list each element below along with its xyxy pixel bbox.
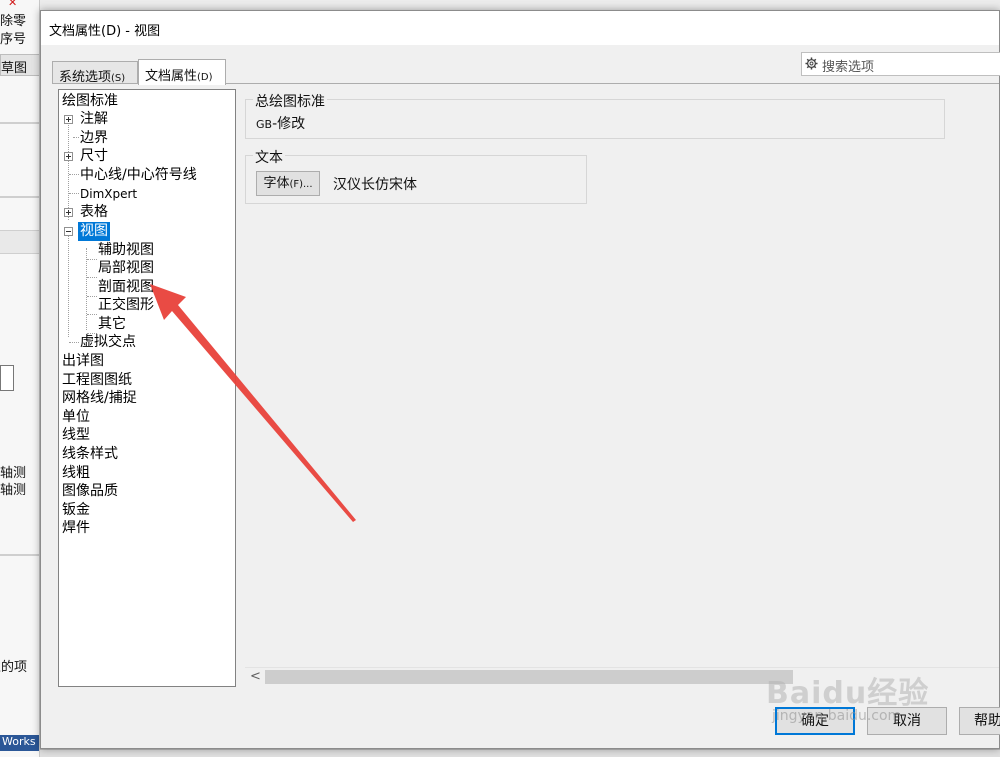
tree-item-line-thickness[interactable]: 线粗 <box>62 464 90 483</box>
overall-standard-group <box>245 99 945 139</box>
tree-connector <box>73 137 79 138</box>
tab-document-properties[interactable]: 文档属性(D) <box>138 59 226 85</box>
bg-text: 性的项 <box>0 660 28 675</box>
bg-sketch-tab[interactable]: 草图 <box>0 54 39 76</box>
tree-item-tables[interactable]: 表格 <box>80 203 108 222</box>
font-button-label: 字体 <box>263 176 290 191</box>
baidu-watermark-url: jingyan.baidu.com <box>772 708 902 724</box>
search-placeholder: 搜索选项 <box>822 60 875 75</box>
tree-connector <box>87 259 97 260</box>
background-bottom-bar <box>40 749 1000 757</box>
overall-standard-label: 总绘图标准 <box>253 91 327 111</box>
tree-item-border[interactable]: 边界 <box>80 129 108 148</box>
bg-checkbox[interactable] <box>0 365 14 391</box>
tree-item-views[interactable]: 视图 <box>78 222 110 241</box>
bg-divider <box>0 122 39 124</box>
bg-text: 序号 <box>0 32 27 47</box>
options-tree[interactable]: 绘图标准 注解 边界 尺寸 中心线/中心符号线 DimXpert 表格 视图 辅… <box>58 89 236 687</box>
search-options-field[interactable]: 搜索选项 <box>801 52 1000 76</box>
text-group-label: 文本 <box>253 147 285 167</box>
tree-expand-icon[interactable] <box>64 152 73 161</box>
gear-icon <box>805 57 818 70</box>
tree-connector <box>87 314 97 315</box>
tree-item-line-style[interactable]: 线条样式 <box>62 445 118 464</box>
overall-standard-value: GB-修改 <box>256 113 305 133</box>
tree-item-sheet-metal[interactable]: 钣金 <box>62 501 90 520</box>
tree-item-image-quality[interactable]: 图像品质 <box>62 482 118 501</box>
tree-item-drawing-sheets[interactable]: 工程图图纸 <box>62 371 132 390</box>
document-properties-dialog: 文档属性(D) - 视图 系统选项(S) 文档属性(D) 搜索选项 绘图标准 注… <box>40 10 1000 749</box>
scrollbar-thumb[interactable] <box>265 670 793 684</box>
font-button[interactable]: 字体(F)... <box>256 171 320 196</box>
standard-suffix: -修改 <box>272 116 306 132</box>
tree-expand-icon[interactable] <box>64 115 73 124</box>
tree-connector <box>69 342 79 343</box>
dialog-title: 文档属性(D) - 视图 <box>49 24 161 39</box>
tree-connector <box>86 248 87 330</box>
tab-system-options[interactable]: 系统选项(S) <box>52 61 138 85</box>
tree-connector <box>68 235 69 337</box>
bg-band <box>0 230 39 254</box>
tree-item-weldments[interactable]: 焊件 <box>62 519 90 538</box>
bg-status: Works D <box>0 735 39 751</box>
delete-icon: ✕ <box>8 0 18 9</box>
tab-accel: (D) <box>197 72 213 83</box>
tree-connector <box>87 277 97 278</box>
tree-item-other[interactable]: 其它 <box>98 315 126 334</box>
tree-item-section-view[interactable]: 剖面视图 <box>98 278 154 297</box>
bg-text: 除零 <box>0 14 27 29</box>
font-button-accel: (F)... <box>289 179 313 190</box>
tree-connector <box>69 193 79 194</box>
bg-text: 轴测 <box>0 483 27 498</box>
scroll-left-icon[interactable]: < <box>250 669 261 684</box>
tree-collapse-icon[interactable] <box>64 227 73 236</box>
tree-item-centerlines[interactable]: 中心线/中心符号线 <box>80 166 197 185</box>
tree-item-detailing[interactable]: 出详图 <box>62 352 104 371</box>
tree-item-units[interactable]: 单位 <box>62 408 90 427</box>
tree-item-dimensions[interactable]: 尺寸 <box>80 147 108 166</box>
tree-connector <box>87 296 97 297</box>
tree-item-dimxpert[interactable]: DimXpert <box>80 185 137 204</box>
standard-prefix: GB <box>256 118 273 131</box>
tree-item-line-font[interactable]: 线型 <box>62 426 90 445</box>
tree-connector <box>68 118 69 220</box>
tree-connector <box>69 174 79 175</box>
tab-label: 文档属性 <box>145 69 198 84</box>
font-name: 汉仪长仿宋体 <box>333 177 417 193</box>
bg-divider <box>0 196 39 198</box>
tree-item-auxiliary-view[interactable]: 辅助视图 <box>98 241 154 260</box>
tree-item-grid-snap[interactable]: 网格线/捕捉 <box>62 389 137 408</box>
tree-item-annotations[interactable]: 注解 <box>80 110 108 129</box>
tree-item-orthographic[interactable]: 正交图形 <box>98 296 154 315</box>
dialog-titlebar[interactable]: 文档属性(D) - 视图 <box>41 11 999 45</box>
help-button[interactable]: 帮助 <box>959 707 1000 735</box>
tree-expand-icon[interactable] <box>64 208 73 217</box>
bg-text: 草图 <box>1 61 28 76</box>
baidu-watermark: Baidu经验 <box>766 676 930 711</box>
bg-divider <box>0 554 39 556</box>
tree-item-drawing-standard[interactable]: 绘图标准 <box>62 92 118 111</box>
background-left-panel: ✕ 除零 序号 草图 轴测 轴测 性的项 Works D <box>0 0 40 757</box>
tree-item-virtual-sharps[interactable]: 虚拟交点 <box>80 333 136 352</box>
tree-item-detail-view[interactable]: 局部视图 <box>98 259 154 278</box>
